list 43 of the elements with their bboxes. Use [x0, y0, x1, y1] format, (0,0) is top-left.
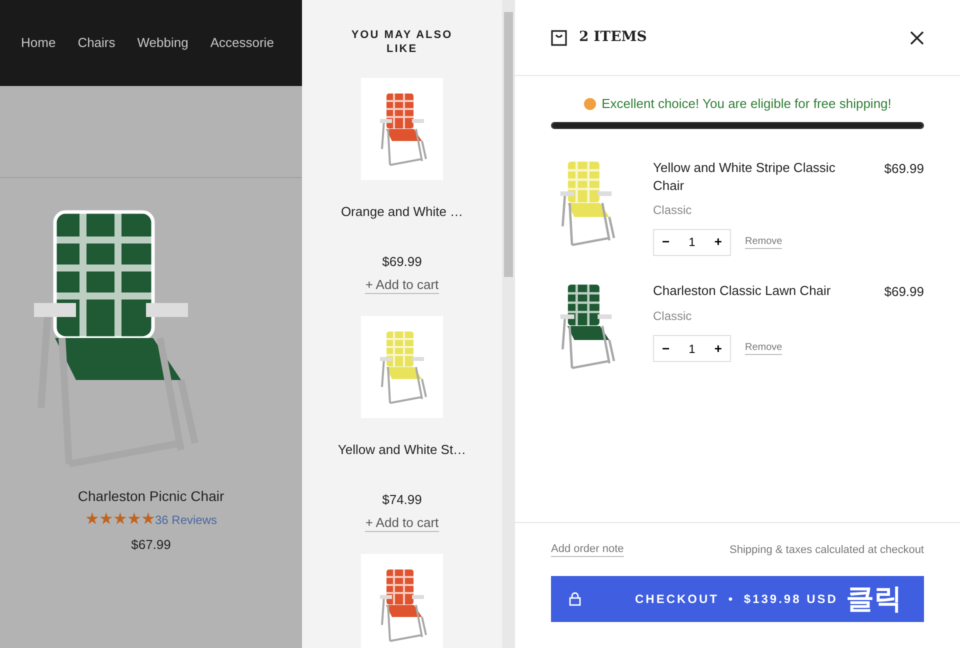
- checkout-button[interactable]: CHECKOUT • $139.98 USD 클릭: [551, 576, 924, 622]
- star-icon: ★: [140, 512, 155, 528]
- star-icon: ★: [84, 512, 99, 528]
- product-price: $74.99: [382, 490, 422, 508]
- quantity-value: 1: [688, 234, 696, 251]
- increase-button[interactable]: +: [714, 338, 722, 358]
- annotation-text: 클릭: [846, 585, 902, 613]
- item-variant: Classic: [653, 202, 693, 218]
- product-price: $67.99: [131, 536, 171, 554]
- lock-icon: [569, 592, 581, 606]
- order-note-link[interactable]: Add order note: [551, 542, 624, 558]
- close-icon: [910, 30, 924, 44]
- product-price: $69.99: [382, 252, 422, 270]
- item-variant: Classic: [653, 308, 693, 325]
- decrease-button[interactable]: −: [662, 338, 670, 358]
- add-to-cart-link[interactable]: + Add to cart: [365, 515, 439, 532]
- shipping-message: Excellent choice! You are eligible for free shipping!: [602, 95, 892, 113]
- star-icon: ★: [126, 512, 141, 528]
- add-to-cart-link[interactable]: + Add to cart: [365, 277, 439, 294]
- nav-link[interactable]: Webbing: [137, 33, 188, 53]
- close-button[interactable]: [910, 30, 924, 44]
- item-name: Yellow and White Stripe Classic Chair: [653, 158, 836, 194]
- item-price: $69.99: [884, 160, 924, 178]
- star-icon: ★: [112, 512, 127, 528]
- product-name: Yellow and White St…: [338, 441, 466, 459]
- item-name: Charleston Classic Lawn Chair: [653, 282, 832, 300]
- shopping-bag-icon: [551, 30, 567, 46]
- increase-button[interactable]: +: [714, 232, 722, 252]
- checkout-label: CHECKOUT • $139.98 USD: [635, 591, 838, 608]
- panel-heading: YOU MAY ALSO LIKE: [350, 28, 454, 56]
- cart-title: 2 ITEMS: [579, 28, 647, 47]
- taxes-note: Shipping & taxes calculated at checkout: [730, 542, 924, 558]
- nav-link[interactable]: Accessorie: [210, 33, 274, 53]
- remove-link[interactable]: Remove: [745, 236, 782, 248]
- decrease-button[interactable]: −: [662, 232, 670, 252]
- item-price: $69.99: [884, 282, 924, 300]
- star-icon: ★: [98, 512, 113, 528]
- product-title: Charleston Picnic Chair: [78, 487, 224, 506]
- remove-link[interactable]: Remove: [745, 342, 782, 355]
- product-name: Orange and White …: [340, 203, 464, 221]
- quantity-value: 1: [688, 340, 696, 358]
- nav-link[interactable]: Chairs: [78, 33, 116, 53]
- nav-link[interactable]: Home: [21, 33, 56, 53]
